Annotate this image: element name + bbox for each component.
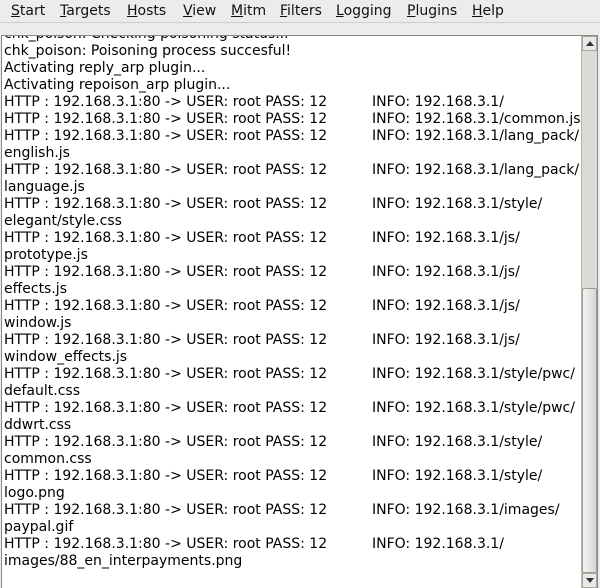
log-line-text: effects.js <box>4 281 67 297</box>
log-line-info: INFO: 192.168.3.1/js/ <box>372 332 520 348</box>
log-panel[interactable]: chk_poison: Checking poisoning status...… <box>1 35 598 588</box>
log-line-text: HTTP : 192.168.3.1:80 -> USER: root PASS… <box>4 162 328 178</box>
menu-view[interactable]: View <box>183 3 216 19</box>
log-line-text: HTTP : 192.168.3.1:80 -> USER: root PASS… <box>4 298 328 314</box>
log-line: language.js <box>4 179 580 196</box>
log-line: ddwrt.css <box>4 417 580 434</box>
arrow-up-icon <box>586 41 594 46</box>
log-line: HTTP : 192.168.3.1:80 -> USER: root PASS… <box>4 434 580 451</box>
log-line-info: INFO: 192.168.3.1/common.js <box>372 111 581 127</box>
log-line: chk_poison: Checking poisoning status... <box>4 36 580 43</box>
vertical-scrollbar[interactable] <box>581 36 597 588</box>
log-line-text: default.css <box>4 383 80 399</box>
scrollbar-thumb[interactable] <box>582 288 597 573</box>
log-line: default.css <box>4 383 580 400</box>
menu-bar: Start Targets Hosts View Mitm Filters Lo… <box>0 0 600 23</box>
menu-plugins[interactable]: Plugins <box>407 3 457 19</box>
menu-mitm[interactable]: Mitm <box>231 3 266 19</box>
log-line-info: INFO: 192.168.3.1/style/pwc/ <box>372 366 575 382</box>
log-line: logo.png <box>4 485 580 502</box>
log-line-text: paypal.gif <box>4 519 74 535</box>
log-line-info: INFO: 192.168.3.1/lang_pack/ <box>372 162 580 178</box>
log-line-text: HTTP : 192.168.3.1:80 -> USER: root PASS… <box>4 128 328 144</box>
log-line-text: HTTP : 192.168.3.1:80 -> USER: root PASS… <box>4 94 328 110</box>
log-line: common.css <box>4 451 580 468</box>
log-line: window_effects.js <box>4 349 580 366</box>
log-line-info: INFO: 192.168.3.1/images/ <box>372 502 560 518</box>
log-line-text: HTTP : 192.168.3.1:80 -> USER: root PASS… <box>4 434 328 450</box>
menu-hosts[interactable]: Hosts <box>127 3 166 19</box>
log-line-text: language.js <box>4 179 85 195</box>
log-line-info: INFO: 192.168.3.1/js/ <box>372 298 520 314</box>
log-line: HTTP : 192.168.3.1:80 -> USER: root PASS… <box>4 230 580 247</box>
log-line-text: chk_poison: Checking poisoning status... <box>4 36 289 42</box>
scroll-down-button[interactable] <box>582 573 597 588</box>
log-line: HTTP : 192.168.3.1:80 -> USER: root PASS… <box>4 298 580 315</box>
scroll-up-button[interactable] <box>582 36 597 51</box>
log-line-text: HTTP : 192.168.3.1:80 -> USER: root PASS… <box>4 536 328 552</box>
log-line: HTTP : 192.168.3.1:80 -> USER: root PASS… <box>4 468 580 485</box>
log-line-text: HTTP : 192.168.3.1:80 -> USER: root PASS… <box>4 502 328 518</box>
log-line-text: chk_poison: Poisoning process succesful! <box>4 43 292 59</box>
log-line: HTTP : 192.168.3.1:80 -> USER: root PASS… <box>4 111 581 128</box>
log-line: HTTP : 192.168.3.1:80 -> USER: root PASS… <box>4 162 580 179</box>
log-line-text: HTTP : 192.168.3.1:80 -> USER: root PASS… <box>4 230 328 246</box>
log-line-text: HTTP : 192.168.3.1:80 -> USER: root PASS… <box>4 196 328 212</box>
log-line-text: english.js <box>4 145 70 161</box>
log-line-info: INFO: 192.168.3.1/style/ <box>372 468 543 484</box>
log-line: paypal.gif <box>4 519 580 536</box>
log-line: HTTP : 192.168.3.1:80 -> USER: root PASS… <box>4 536 580 553</box>
log-line-info: INFO: 192.168.3.1/ <box>372 94 504 110</box>
log-line-text: HTTP : 192.168.3.1:80 -> USER: root PASS… <box>4 366 328 382</box>
log-text-view[interactable]: chk_poison: Checking poisoning status...… <box>4 36 581 570</box>
log-line-text: window.js <box>4 315 72 331</box>
log-line: HTTP : 192.168.3.1:80 -> USER: root PASS… <box>4 366 580 383</box>
log-line-info: INFO: 192.168.3.1/lang_pack/ <box>372 128 580 144</box>
log-line: HTTP : 192.168.3.1:80 -> USER: root PASS… <box>4 332 580 349</box>
log-line: HTTP : 192.168.3.1:80 -> USER: root PASS… <box>4 400 580 417</box>
log-line: HTTP : 192.168.3.1:80 -> USER: root PASS… <box>4 128 580 145</box>
log-line: HTTP : 192.168.3.1:80 -> USER: root PASS… <box>4 196 580 213</box>
log-line-info: INFO: 192.168.3.1/style/ <box>372 434 543 450</box>
log-line: HTTP : 192.168.3.1:80 -> USER: root PASS… <box>4 94 580 111</box>
log-line: effects.js <box>4 281 580 298</box>
log-line: chk_poison: Poisoning process succesful! <box>4 43 580 60</box>
log-line: images/88_en_interpayments.png <box>4 553 580 570</box>
log-line-text: Activating reply_arp plugin... <box>4 60 206 76</box>
log-line-text: HTTP : 192.168.3.1:80 -> USER: root PASS… <box>4 264 328 280</box>
log-line-text: HTTP : 192.168.3.1:80 -> USER: root PASS… <box>4 111 328 127</box>
log-line-info: INFO: 192.168.3.1/js/ <box>372 230 520 246</box>
log-line-text: HTTP : 192.168.3.1:80 -> USER: root PASS… <box>4 468 328 484</box>
menu-help[interactable]: Help <box>472 3 504 19</box>
log-line: HTTP : 192.168.3.1:80 -> USER: root PASS… <box>4 264 580 281</box>
log-line-text: HTTP : 192.168.3.1:80 -> USER: root PASS… <box>4 400 328 416</box>
menu-logging[interactable]: Logging <box>336 3 392 19</box>
log-line-text: logo.png <box>4 485 65 501</box>
log-line: HTTP : 192.168.3.1:80 -> USER: root PASS… <box>4 502 580 519</box>
log-line: prototype.js <box>4 247 580 264</box>
log-line-text: ddwrt.css <box>4 417 72 433</box>
log-line: window.js <box>4 315 580 332</box>
log-line-text: common.css <box>4 451 92 467</box>
log-line-text: images/88_en_interpayments.png <box>4 553 243 569</box>
log-line: Activating repoison_arp plugin... <box>4 77 580 94</box>
log-line-info: INFO: 192.168.3.1/style/ <box>372 196 543 212</box>
log-line: english.js <box>4 145 580 162</box>
log-line-info: INFO: 192.168.3.1/style/pwc/ <box>372 400 575 416</box>
log-line-info: INFO: 192.168.3.1/ <box>372 536 504 552</box>
log-line: Activating reply_arp plugin... <box>4 60 580 77</box>
menu-filters[interactable]: Filters <box>280 3 322 19</box>
arrow-down-icon <box>586 578 594 583</box>
log-line: elegant/style.css <box>4 213 580 230</box>
menu-start[interactable]: Start <box>11 3 45 19</box>
log-line-text: elegant/style.css <box>4 213 122 229</box>
log-line-text: window_effects.js <box>4 349 128 365</box>
log-line-text: HTTP : 192.168.3.1:80 -> USER: root PASS… <box>4 332 328 348</box>
menu-targets[interactable]: Targets <box>60 3 111 19</box>
log-line-text: prototype.js <box>4 247 88 263</box>
log-line-info: INFO: 192.168.3.1/js/ <box>372 264 520 280</box>
log-line-text: Activating repoison_arp plugin... <box>4 77 231 93</box>
